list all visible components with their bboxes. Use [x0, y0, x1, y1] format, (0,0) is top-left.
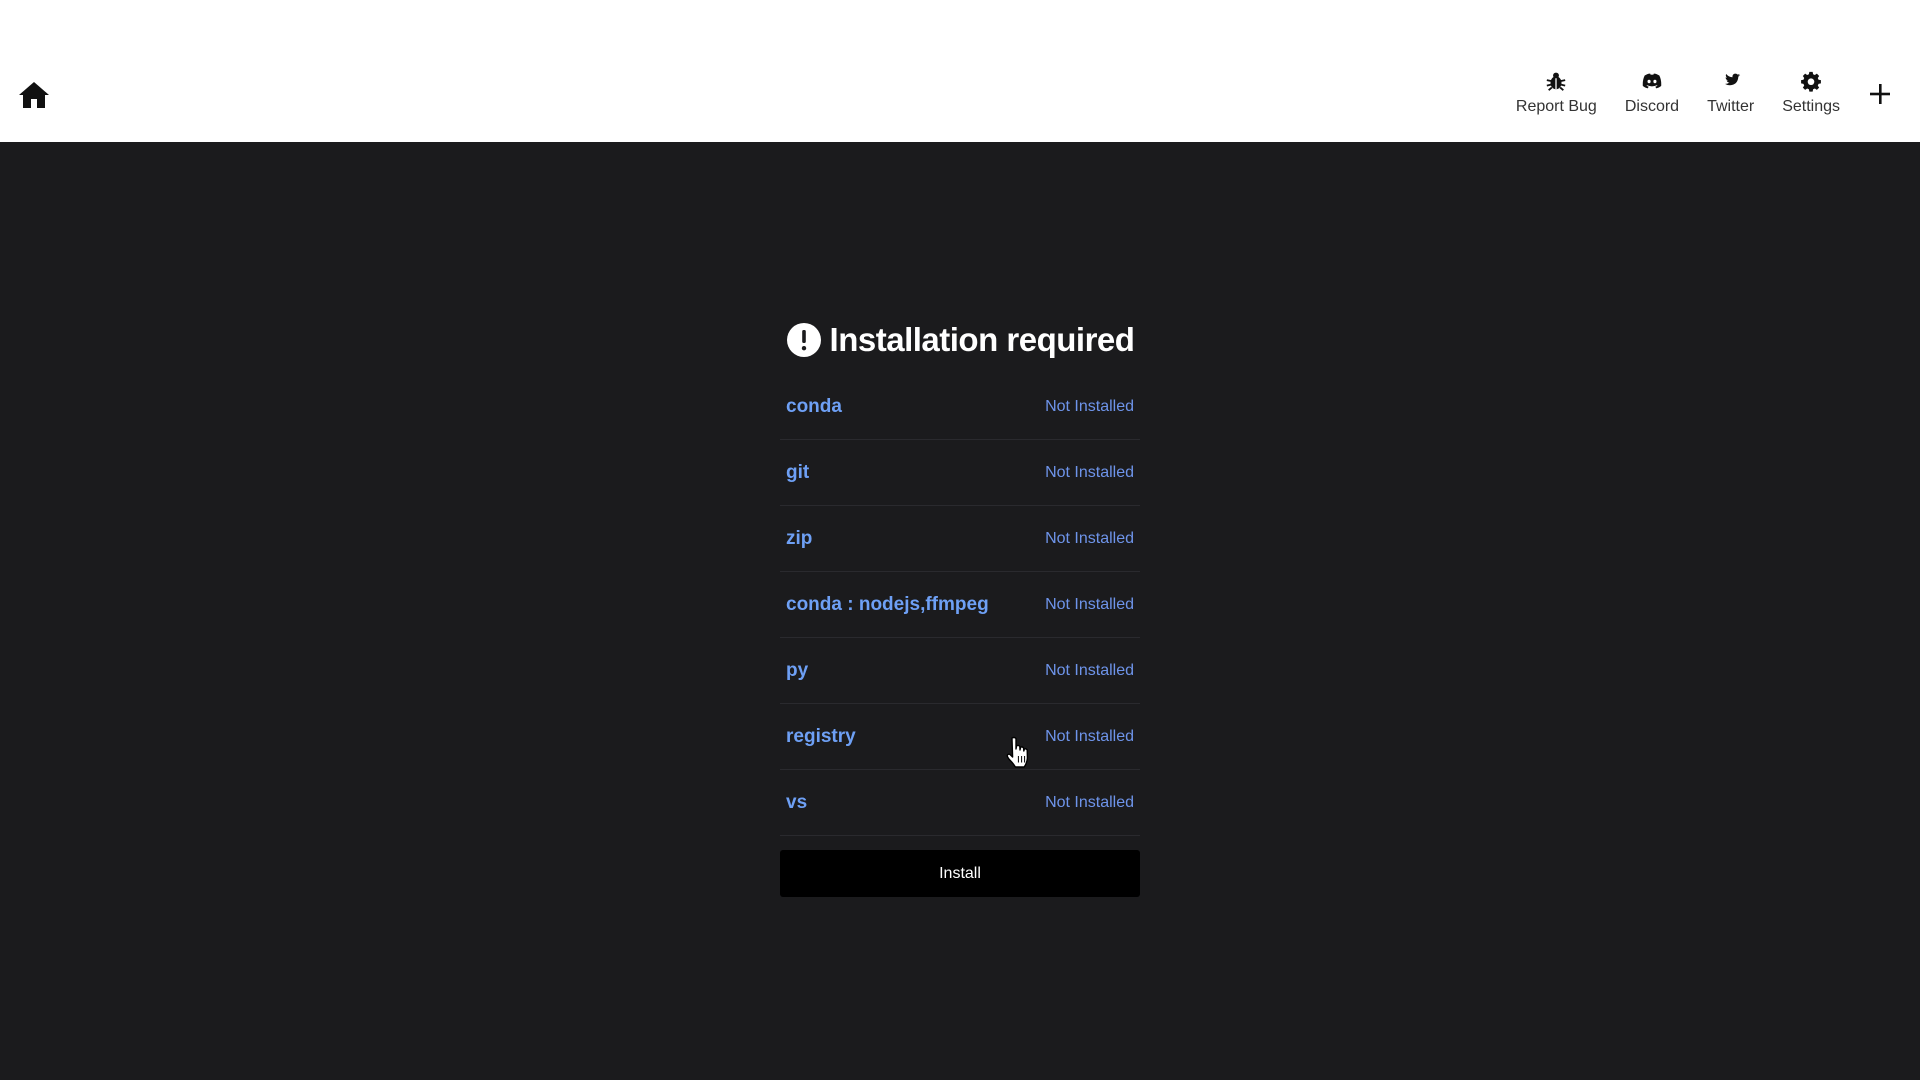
installation-panel: Installation required conda Not Installe…	[780, 310, 1140, 897]
list-item: vs Not Installed	[780, 770, 1140, 836]
requirement-name: registry	[786, 725, 856, 747]
discord-icon	[1642, 73, 1662, 89]
report-bug-button[interactable]: Report Bug	[1516, 70, 1597, 116]
requirement-name: git	[786, 461, 810, 483]
page-title: Installation required	[829, 321, 1135, 358]
requirement-status: Not Installed	[1045, 727, 1134, 745]
top-bar: Report Bug Discord Twitter Settings	[0, 0, 1920, 142]
settings-label: Settings	[1782, 98, 1840, 115]
list-item: conda Not Installed	[780, 374, 1140, 440]
report-bug-label: Report Bug	[1515, 98, 1597, 115]
add-tab-button[interactable]	[1868, 82, 1898, 112]
requirement-status: Not Installed	[1045, 793, 1134, 811]
list-item: py Not Installed	[780, 638, 1140, 704]
requirement-status: Not Installed	[1045, 595, 1134, 613]
settings-button[interactable]: Settings	[1782, 70, 1840, 116]
exclamation-circle-icon	[786, 323, 821, 357]
requirement-status: Not Installed	[1045, 397, 1134, 415]
requirement-status: Not Installed	[1045, 463, 1134, 481]
home-button[interactable]	[18, 80, 50, 110]
requirement-status: Not Installed	[1045, 661, 1134, 679]
requirement-name: py	[786, 659, 809, 681]
requirement-name: conda	[786, 395, 842, 417]
requirement-name: zip	[786, 527, 813, 549]
list-item: registry Not Installed	[780, 704, 1140, 770]
discord-button[interactable]: Discord	[1625, 70, 1679, 116]
requirement-name: vs	[786, 791, 808, 813]
top-nav: Report Bug Discord Twitter Settings	[1502, 70, 1920, 126]
hand-pointer-icon	[1006, 736, 1029, 768]
list-item: zip Not Installed	[780, 506, 1140, 572]
list-item: conda : nodejs,ffmpeg Not Installed	[780, 572, 1140, 638]
requirement-name: conda : nodejs,ffmpeg	[786, 593, 989, 615]
install-button[interactable]: Install	[780, 850, 1140, 897]
twitter-icon	[1724, 73, 1740, 86]
bug-icon	[1546, 72, 1566, 91]
list-item: git Not Installed	[780, 440, 1140, 506]
plus-icon	[1870, 84, 1890, 104]
requirement-status: Not Installed	[1045, 529, 1134, 547]
home-icon	[19, 82, 49, 108]
twitter-button[interactable]: Twitter	[1707, 70, 1754, 116]
main-content: Installation required conda Not Installe…	[0, 142, 1920, 1080]
gear-icon	[1801, 71, 1821, 92]
twitter-label: Twitter	[1707, 98, 1755, 115]
requirements-list: conda Not Installed git Not Installed zi…	[780, 374, 1140, 836]
discord-label: Discord	[1624, 98, 1680, 115]
title-row: Installation required	[780, 310, 1140, 370]
